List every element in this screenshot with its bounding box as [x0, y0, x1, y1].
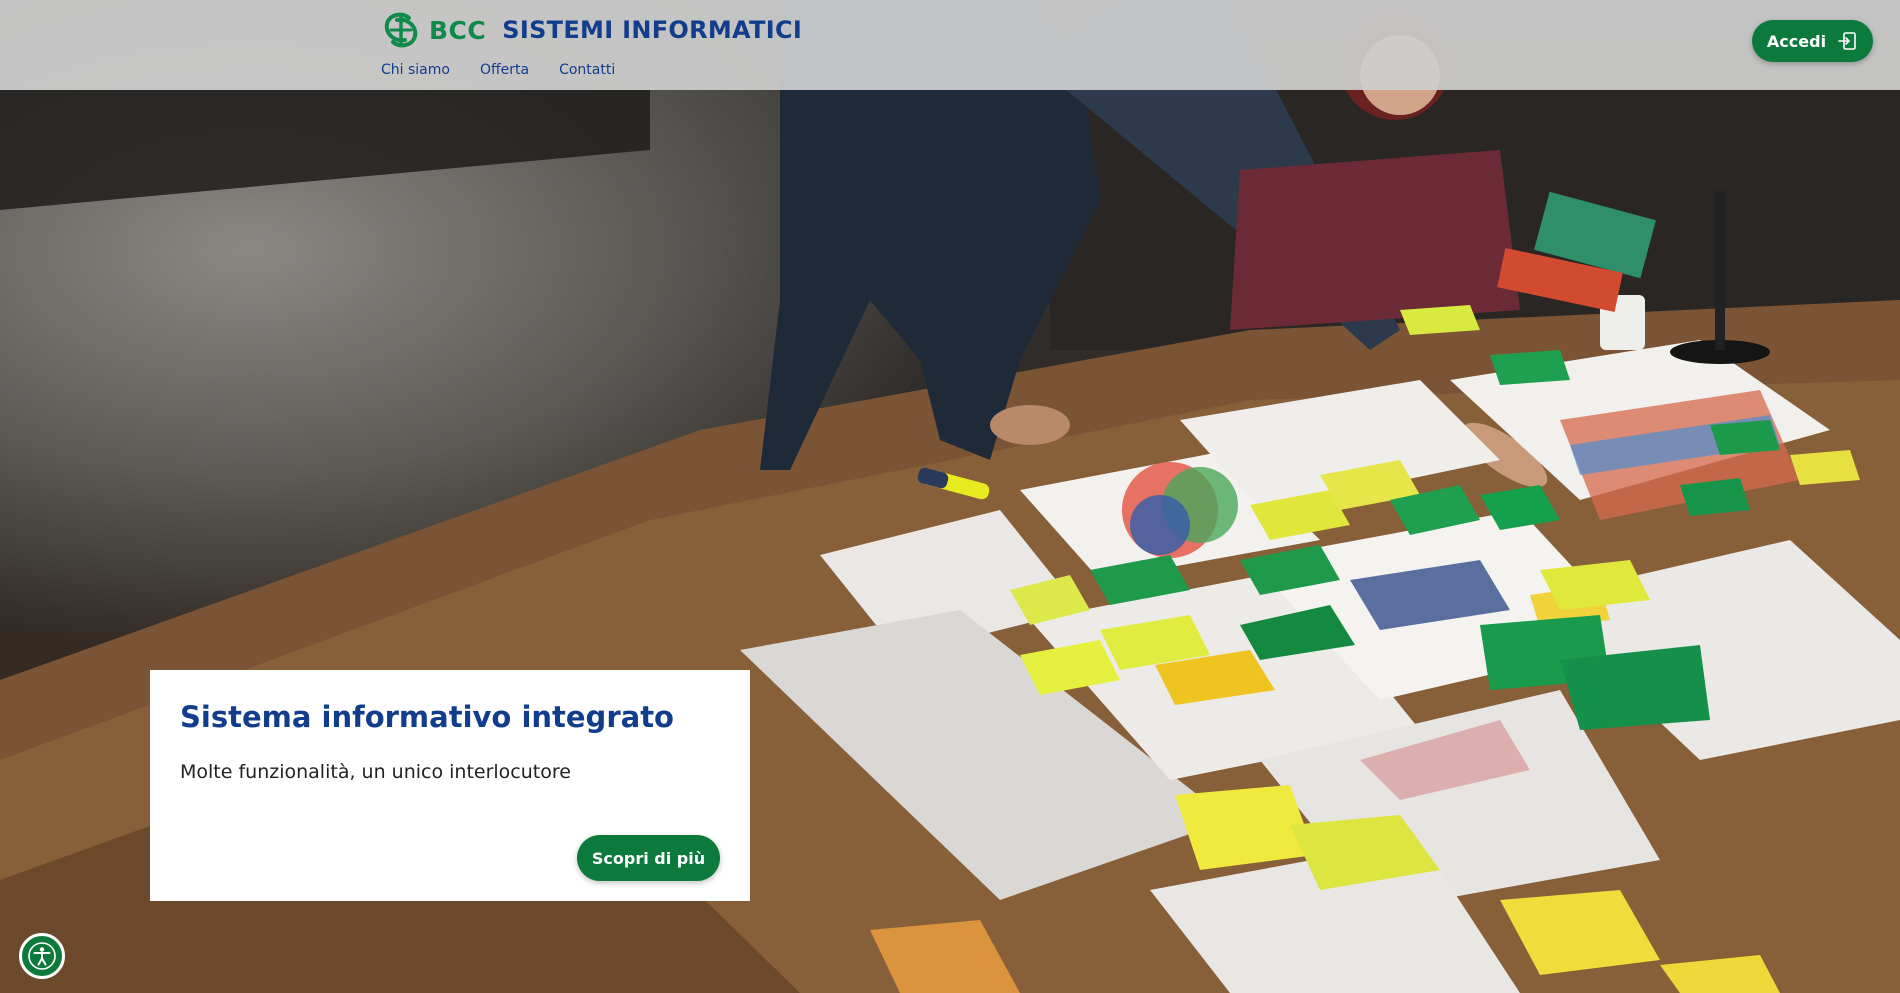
- brand-short-name: BCC: [429, 15, 487, 45]
- accessibility-person-icon: [28, 942, 56, 970]
- hero-card: Sistema informativo integrato Molte funz…: [150, 670, 750, 901]
- hero-title: Sistema informativo integrato: [180, 700, 674, 734]
- nav-item-offerta[interactable]: Offerta: [480, 62, 529, 78]
- brand-full-name: SISTEMI INFORMATICI: [502, 16, 803, 44]
- accessibility-button[interactable]: [19, 933, 65, 979]
- bcc-logo-icon: [384, 12, 418, 48]
- nav-item-contatti[interactable]: Contatti: [559, 62, 615, 78]
- nav-item-chi-siamo[interactable]: Chi siamo: [381, 62, 450, 78]
- login-button-label: Accedi: [1766, 31, 1827, 51]
- site-header: BCC SISTEMI INFORMATICI Chi siamo Offert…: [0, 0, 1900, 90]
- main-navigation: Chi siamo Offerta Contatti: [381, 62, 615, 78]
- brand-logo[interactable]: BCC SISTEMI INFORMATICI: [381, 10, 802, 50]
- login-button[interactable]: Accedi: [1752, 20, 1873, 62]
- login-door-icon: [1838, 32, 1856, 50]
- discover-more-button[interactable]: Scopri di più: [577, 835, 720, 881]
- hero-subtitle: Molte funzionalità, un unico interlocuto…: [180, 761, 571, 783]
